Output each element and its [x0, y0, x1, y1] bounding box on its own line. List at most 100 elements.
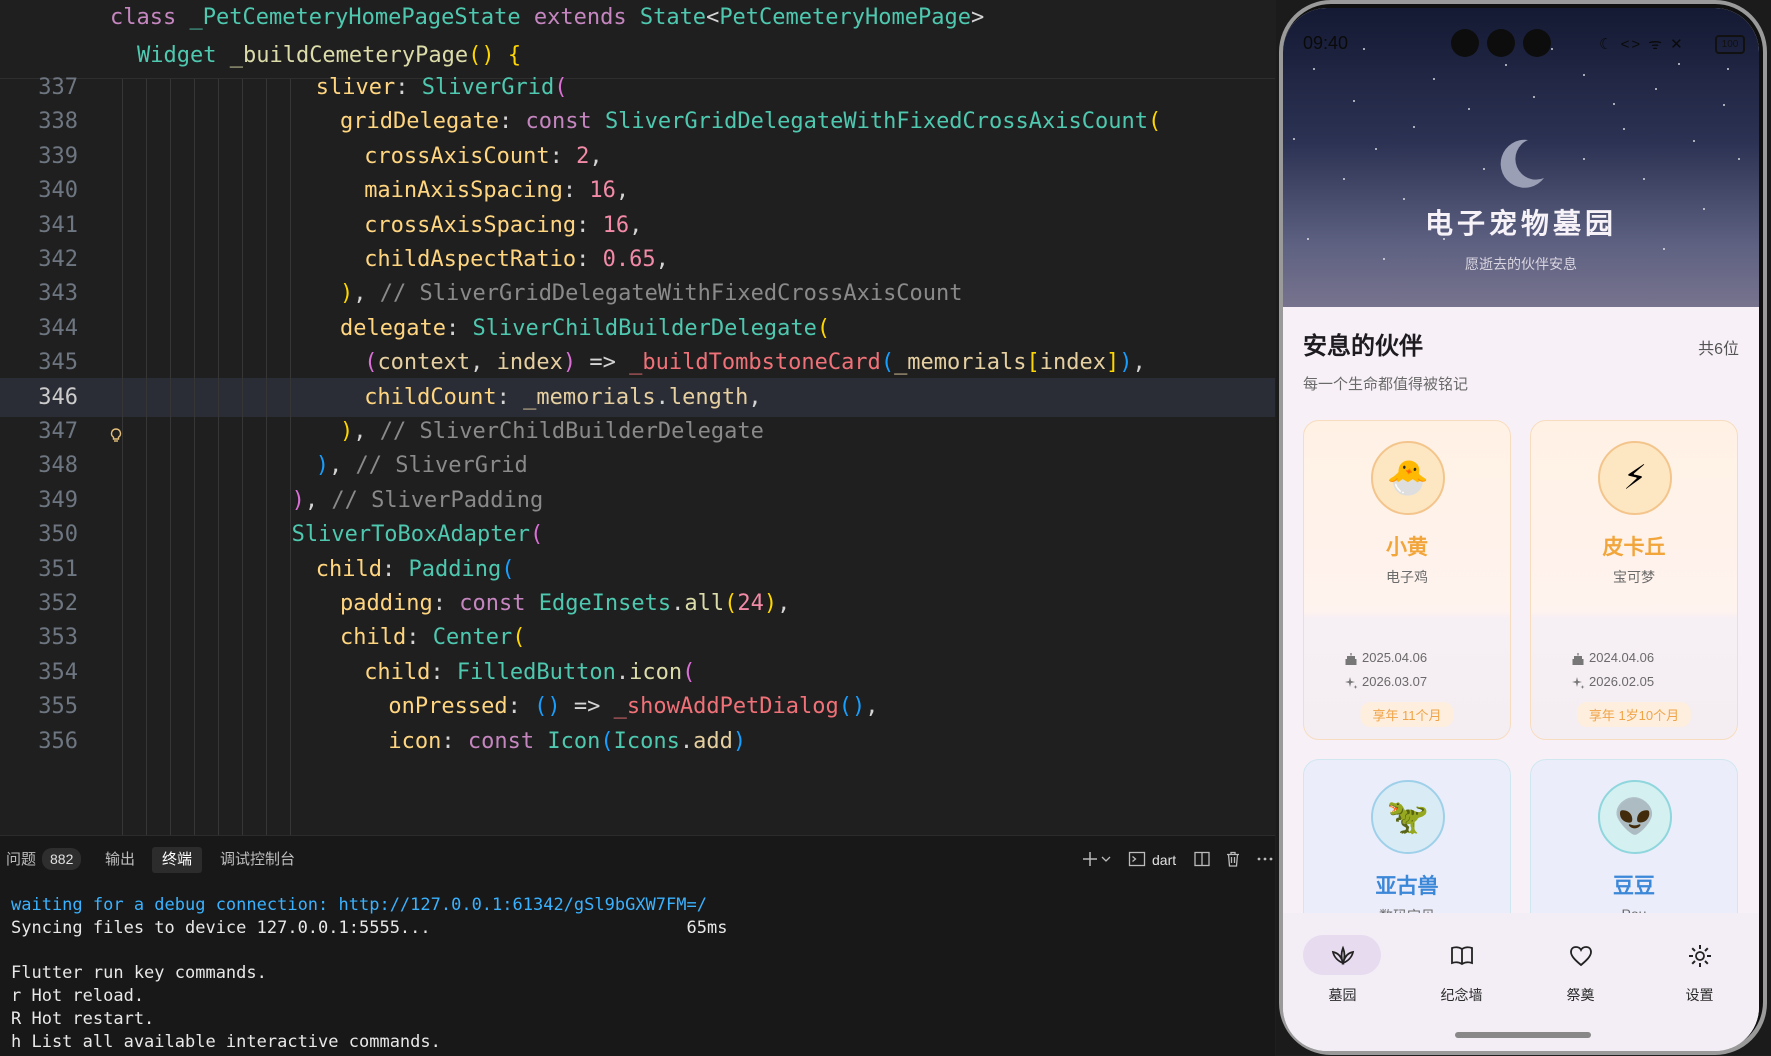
tab-terminal[interactable]: 终端: [152, 847, 203, 873]
star: [1403, 198, 1405, 200]
heart-icon: [1570, 946, 1592, 967]
code-token: 0.65: [602, 247, 656, 272]
tab-problems[interactable]: 问题 882: [6, 847, 82, 873]
code-line[interactable]: 352 padding: const EdgeInsets.all(24),: [0, 584, 1275, 623]
chevron-down-icon[interactable]: [1100, 850, 1112, 868]
code-line[interactable]: 339 crossAxisCount: 2,: [0, 137, 1275, 176]
pet-type: 宝可梦: [1613, 569, 1655, 585]
pet-card[interactable]: 👽豆豆Pou: [1530, 759, 1738, 931]
pet-card[interactable]: 🦖亚古兽数码宝贝: [1303, 759, 1511, 931]
code-token: (: [530, 522, 544, 548]
line-number: 355: [38, 694, 78, 720]
camera-icon: [1487, 29, 1515, 57]
code-line[interactable]: 337 sliver: SliverGrid(: [0, 68, 1275, 107]
code-text: crossAxisSpacing: 16,: [364, 213, 642, 238]
code-token: _PetCemeteryHomePageState: [189, 5, 534, 30]
line-number: 354: [38, 659, 78, 685]
code-token: <: [706, 5, 720, 30]
more-icon[interactable]: [1256, 850, 1274, 868]
pet-card[interactable]: 🐣 小黄 电子鸡 2025.04.06 2026.03.07 享年 11个月: [1303, 420, 1511, 740]
app-title: 电子宠物墓园: [1424, 208, 1617, 239]
line-number: 346: [38, 384, 78, 410]
sticky-scroll-line[interactable]: class _PetCemeteryHomePageState extends …: [0, 0, 1275, 38]
home-indicator[interactable]: [1455, 1032, 1591, 1038]
code-line[interactable]: 343), // SliverGridDelegateWithFixedCros…: [0, 274, 1275, 313]
code-token: (: [880, 350, 895, 376]
code-token: .: [671, 591, 685, 616]
code-line[interactable]: 346 childCount: _memorials.length,: [0, 377, 1275, 417]
code-line[interactable]: 351 child: Padding(: [0, 550, 1275, 589]
lotus-icon: [1331, 945, 1355, 966]
star: [1375, 148, 1377, 150]
code-token: all: [684, 591, 725, 616]
code-line[interactable]: 338 gridDelegate: const SliverGridDelegat…: [0, 102, 1275, 141]
star: [1693, 140, 1695, 142]
indent-guide: [218, 79, 219, 835]
code-line[interactable]: 350 SliverToBoxAdapter(: [0, 515, 1275, 554]
star: [1678, 63, 1680, 65]
code-line[interactable]: 345 (context, index) => _buildTombstoneCa…: [0, 343, 1275, 382]
hero-header: 09:40 ☾ <> ᯤ ✕ 100 电子宠物墓园 愿逝去的伙伴安息: [1283, 8, 1759, 307]
code-token: (: [501, 556, 515, 582]
add-terminal-icon[interactable]: [1081, 850, 1099, 868]
line-number: 351: [38, 556, 78, 582]
star: [1723, 104, 1725, 106]
code-token: ): [340, 419, 354, 444]
code-line[interactable]: 340 mainAxisSpacing: 16,: [0, 171, 1275, 210]
code-token: :: [432, 591, 460, 616]
line-number: 342: [38, 247, 78, 272]
code-token: SliverToBoxAdapter: [291, 522, 531, 548]
code-editor[interactable]: class _PetCemeteryHomePageState extends …: [0, 0, 1275, 835]
code-token: :: [496, 384, 524, 410]
code-token: Padding: [408, 556, 502, 582]
sparkle-icon: [1572, 677, 1585, 689]
pet-name: 亚古兽: [1375, 875, 1439, 898]
code-token: 16: [589, 178, 616, 204]
split-terminal-icon[interactable]: [1193, 850, 1211, 868]
code-line[interactable]: 348), // SliverGrid: [0, 446, 1275, 485]
nav-label: 祭奠: [1566, 987, 1595, 1003]
code-token: ,: [304, 487, 332, 513]
code-token: ,: [777, 591, 791, 616]
terminal-line: Syncing files to device 127.0.0.1:5555..…: [11, 917, 728, 938]
code-line[interactable]: 344 delegate: SliverChildBuilderDelegate(: [0, 309, 1275, 348]
pet-card[interactable]: ⚡ 皮卡丘 宝可梦 2024.04.06 2026.02.05 享年 1岁10个月: [1530, 420, 1738, 740]
code-token: :: [562, 178, 590, 204]
birth-date: 2025.04.06: [1362, 650, 1428, 665]
code-token: (: [682, 659, 696, 685]
code-line[interactable]: 349), // SliverPadding: [0, 481, 1275, 520]
code-token: =>: [589, 350, 630, 376]
phone-screen[interactable]: 09:40 ☾ <> ᯤ ✕ 100 电子宠物墓园 愿逝去的伙伴安息 安息的伙伴…: [1283, 8, 1759, 1051]
code-text: crossAxisCount: 2,: [364, 144, 602, 169]
code-line[interactable]: 354 child: FilledButton.icon(: [0, 653, 1275, 692]
star: [1583, 158, 1585, 160]
code-line[interactable]: 342 childAspectRatio: 0.65,: [0, 240, 1275, 279]
code-token: :: [498, 109, 526, 135]
tab-output[interactable]: 输出: [105, 847, 135, 873]
code-token: childCount: [364, 384, 497, 410]
code-line[interactable]: 341 crossAxisSpacing: 16,: [0, 206, 1275, 245]
code-token: ): [763, 591, 778, 616]
code-token: (): [468, 43, 508, 68]
lightbulb-icon[interactable]: [110, 428, 122, 444]
code-token: ): [291, 487, 305, 513]
code-line[interactable]: 356 icon: const Icon(Icons.add): [0, 722, 1275, 761]
code-line[interactable]: 355 onPressed: () => _showAddPetDialog(),: [0, 687, 1275, 726]
trash-icon[interactable]: [1224, 850, 1242, 868]
code-line[interactable]: 353 child: Center(: [0, 618, 1275, 657]
indent-guide: [146, 79, 147, 835]
code-token: :: [406, 625, 433, 651]
code-token: (: [724, 591, 738, 616]
line-number: 353: [38, 625, 78, 651]
star: [1533, 96, 1535, 98]
terminal-shell-label[interactable]: dart: [1152, 847, 1176, 873]
code-text: childCount: _memorials.length,: [364, 385, 761, 410]
code-token: SliverGrid: [421, 75, 555, 100]
code-token: FilledButton: [456, 659, 616, 685]
code-line[interactable]: 347), // SliverChildBuilderDelegate: [0, 412, 1275, 451]
tab-debug-console[interactable]: 调试控制台: [220, 847, 295, 873]
line-number: 352: [38, 591, 78, 616]
code-token: padding: [340, 591, 433, 616]
code-token: (: [512, 625, 526, 651]
code-token: SliverGridDelegateWithFixedCrossAxisCoun…: [604, 109, 1148, 135]
